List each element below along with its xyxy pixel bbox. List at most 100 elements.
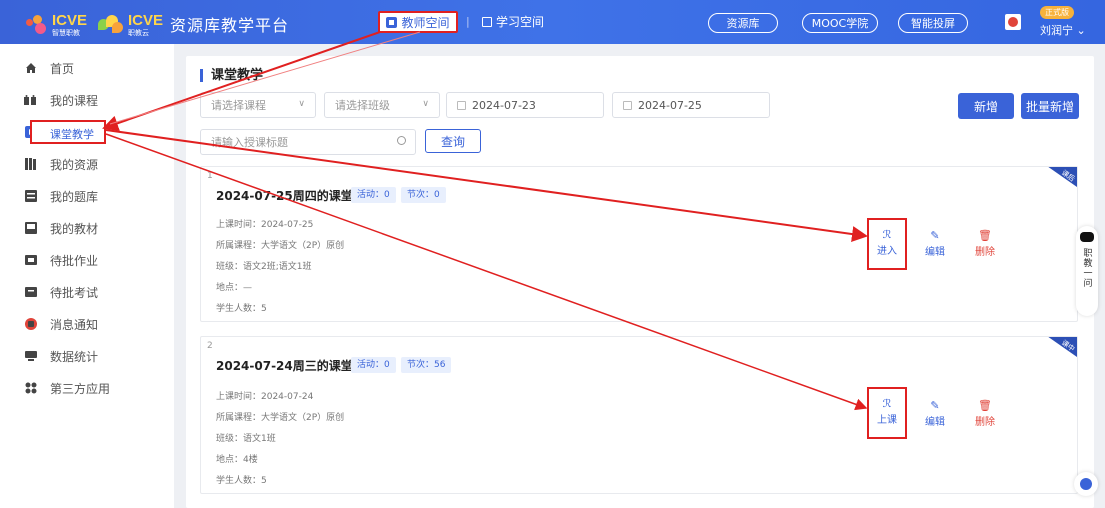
sidebar-item-homework[interactable]: 待批作业 — [0, 244, 174, 276]
exam-icon — [24, 286, 37, 299]
end-date-field[interactable]: 2024-07-25 — [612, 92, 770, 118]
edit-icon: ✎ — [930, 229, 940, 242]
lesson-location: 地点：4楼 — [216, 455, 258, 465]
end-date-value: 2024-07-25 — [638, 98, 702, 112]
card-index: 1 — [207, 171, 213, 181]
resource-library-button[interactable]: 资源库 — [708, 13, 778, 33]
card-index: 2 — [207, 341, 213, 351]
nav-teacher-space[interactable]: 教师空间 — [378, 11, 458, 33]
start-class-label: 上课 — [877, 415, 897, 426]
textbook-icon — [24, 222, 37, 235]
section-tag: 节次：56 — [401, 357, 452, 373]
version-badge: 正式版 — [1040, 6, 1074, 19]
leaf-logo-icon — [98, 13, 124, 35]
help-button[interactable] — [1074, 472, 1098, 496]
sidebar: 首页 我的课程 课堂教学 我的资源 我的题库 我的教材 待批作业 待批考试 消息… — [0, 44, 174, 508]
add-button[interactable]: 新增 — [958, 93, 1014, 119]
enter-button[interactable]: ℛ 进入 — [867, 218, 907, 270]
status-ribbon: 课中 — [1041, 337, 1077, 367]
nav-teacher-space-label: 教师空间 — [401, 15, 450, 30]
activity-tag: 活动：0 — [351, 187, 396, 203]
homework-icon — [24, 254, 37, 267]
nav-study-space-label: 学习空间 — [496, 15, 545, 29]
nav-study-space[interactable]: 学习空间 — [482, 13, 544, 30]
start-date-field[interactable]: 2024-07-23 — [446, 92, 604, 118]
robot-icon — [1080, 232, 1094, 242]
sidebar-item-label: 首页 — [50, 61, 75, 76]
class-select-placeholder: 请选择班级 — [335, 99, 390, 112]
site-title: 资源库教学平台 — [170, 16, 290, 35]
sidebar-item-courses[interactable]: 我的课程 — [0, 84, 174, 116]
lesson-card: 1 2024-07-25周四的课堂教学 活动：0 节次：0 上课时间：2024-… — [200, 166, 1078, 322]
sidebar-item-label: 待批考试 — [50, 285, 99, 300]
mooc-button[interactable]: MOOC学院 — [802, 13, 878, 33]
stats-icon — [24, 350, 37, 363]
delete-button[interactable]: 🗑 删除 — [969, 399, 1001, 428]
start-class-button[interactable]: ℛ 上课 — [867, 387, 907, 439]
sidebar-item-label: 我的教材 — [50, 221, 99, 236]
logo-dots-icon — [26, 13, 48, 35]
sidebar-item-stats[interactable]: 数据统计 — [0, 340, 174, 372]
sidebar-item-question-bank[interactable]: 我的题库 — [0, 180, 174, 212]
nav-separator: | — [466, 15, 470, 28]
lesson-students: 学生人数：5 — [216, 476, 267, 486]
logo2-text: ICVE — [128, 12, 164, 29]
enter-label: 进入 — [877, 246, 897, 257]
edit-icon: ✎ — [930, 399, 940, 412]
assistant-label: 职教一问 — [1081, 248, 1092, 288]
calendar-icon — [623, 100, 632, 110]
message-icon — [24, 318, 37, 331]
search-icon — [397, 136, 406, 145]
delete-button[interactable]: 🗑 删除 — [969, 229, 1001, 258]
sidebar-item-textbooks[interactable]: 我的教材 — [0, 212, 174, 244]
sidebar-item-third-party[interactable]: 第三方应用 — [0, 372, 174, 404]
search-input[interactable]: 请输入授课标题 — [200, 129, 416, 155]
headset-icon — [1080, 478, 1092, 490]
sidebar-item-label: 我的课程 — [50, 93, 99, 108]
edit-button[interactable]: ✎ 编辑 — [919, 229, 951, 258]
calendar-icon — [457, 100, 466, 110]
logo1-text: ICVE — [52, 12, 88, 29]
logo1-sub: 智慧职教 — [52, 29, 80, 37]
delete-label: 删除 — [975, 417, 995, 428]
lesson-course: 所属课程：大学语文（2P）原创 — [216, 241, 345, 251]
sidebar-item-label: 数据统计 — [50, 349, 99, 364]
section-tag: 节次：0 — [401, 187, 446, 203]
question-bank-icon — [24, 190, 37, 203]
query-button[interactable]: 查询 — [425, 129, 481, 153]
sidebar-item-label: 课堂教学 — [50, 128, 94, 141]
sidebar-item-label: 消息通知 — [50, 317, 99, 332]
zhijiaoyun-logo[interactable]: ICVE 职教云 — [98, 10, 163, 37]
edit-label: 编辑 — [925, 417, 945, 428]
sidebar-item-exams[interactable]: 待批考试 — [0, 276, 174, 308]
sidebar-item-messages[interactable]: 消息通知 — [0, 308, 174, 340]
enter-icon: ℛ — [882, 228, 892, 241]
sidebar-item-resources[interactable]: 我的资源 — [0, 148, 174, 180]
icve-logo[interactable]: ICVE 智慧职教 — [26, 10, 87, 37]
user-menu[interactable]: 刘润宁 ⌄ — [1040, 22, 1086, 38]
edit-button[interactable]: ✎ 编辑 — [919, 399, 951, 428]
page-title: 课堂教学 — [200, 69, 263, 82]
class-select[interactable]: 请选择班级 ∨ — [324, 92, 440, 118]
assistant-widget[interactable]: 职教一问 — [1076, 226, 1098, 316]
start-date-value: 2024-07-23 — [472, 98, 536, 112]
course-select-placeholder: 请选择课程 — [211, 99, 266, 112]
sidebar-item-label: 我的资源 — [50, 157, 99, 172]
sidebar-item-home[interactable]: 首页 — [0, 52, 174, 84]
course-select[interactable]: 请选择课程 ∨ — [200, 92, 316, 118]
apps-icon — [24, 382, 37, 395]
search-placeholder: 请输入授课标题 — [211, 136, 288, 149]
status-ribbon: 课后 — [1041, 167, 1077, 197]
course-icon — [24, 94, 37, 107]
lesson-class: 班级：语文1班 — [216, 434, 276, 444]
trash-icon: 🗑 — [978, 399, 992, 412]
status-ribbon-text: 课中 — [1059, 338, 1077, 354]
chevron-down-icon: ∨ — [422, 99, 429, 109]
avatar[interactable] — [1005, 14, 1021, 30]
batch-add-button[interactable]: 批量新增 — [1021, 93, 1079, 119]
smart-cast-button[interactable]: 智能投屏 — [898, 13, 968, 33]
lesson-card: 2 2024-07-24周三的课堂教学 活动：0 节次：56 上课时间：2024… — [200, 336, 1078, 494]
sidebar-item-label: 待批作业 — [50, 253, 99, 268]
lesson-time: 上课时间：2024-07-25 — [216, 220, 314, 230]
sidebar-item-classroom[interactable]: 课堂教学 — [0, 116, 174, 148]
